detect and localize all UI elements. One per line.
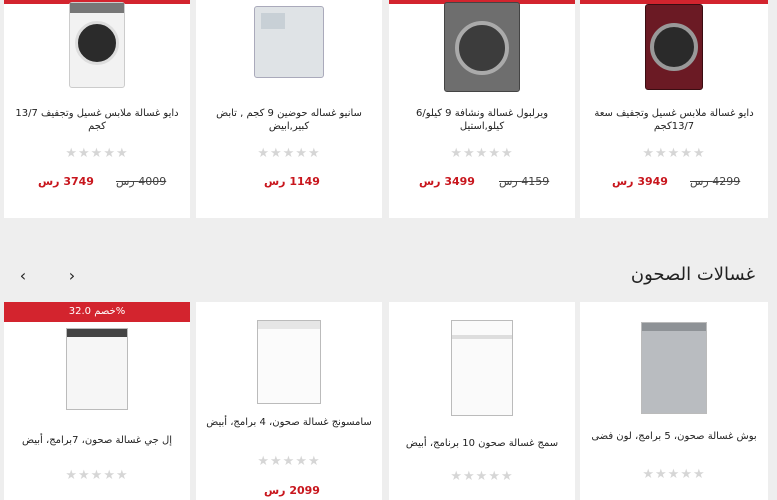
product-name[interactable]: سانيو غساله حوضين 9 كجم , تابض كبير,ابيض [206, 107, 372, 133]
rating-stars: ★★★★★ [642, 467, 706, 482]
product-card[interactable]: دايو غسالة ملابس غسيل وتجفيف 13/7 كجم ★★… [4, 0, 190, 218]
old-price: 4009 رس [116, 175, 167, 188]
product-card[interactable]: سانيو غساله حوضين 9 كجم , تابض كبير,ابيض… [196, 0, 382, 218]
product-card[interactable]: ويرلبول غسالة ونشافة 9 كيلو/6 كيلو,استيل… [389, 0, 575, 218]
product-image[interactable] [641, 322, 707, 414]
rating-stars: ★★★★★ [65, 468, 129, 483]
rating-stars: ★★★★★ [450, 469, 514, 484]
old-price: 4299 رس [690, 175, 741, 188]
washer-door-icon [75, 21, 119, 65]
dishwasher-panel-icon [452, 335, 512, 339]
price: 3499 رس [419, 175, 475, 188]
rating-stars: ★★★★★ [65, 146, 129, 161]
product-image[interactable] [69, 2, 125, 88]
product-card[interactable]: سمج غسالة صحون 10 برنامج، أبيض ★★★★★ [389, 302, 575, 500]
product-name[interactable]: بوش غسالة صحون، 5 برامج، لون فضى [590, 430, 758, 443]
product-name[interactable]: ويرلبول غسالة ونشافة 9 كيلو/6 كيلو,استيل [399, 107, 565, 133]
product-image[interactable] [444, 2, 520, 92]
product-image[interactable] [66, 328, 128, 410]
dishwasher-panel-icon [642, 323, 706, 331]
product-name[interactable]: سامسونج غسالة صحون، 4 برامج، أبيض [206, 416, 372, 429]
section-title: غسالات الصحون [630, 264, 755, 285]
product-image[interactable] [451, 320, 513, 416]
discount-badge: خصم 32.0% [4, 302, 190, 322]
washer-door-icon [650, 23, 698, 71]
twin-tub-panel-icon [261, 13, 285, 29]
old-price: 4159 رس [499, 175, 550, 188]
washer-panel-icon [70, 3, 124, 13]
rating-stars: ★★★★★ [450, 146, 514, 161]
rating-stars: ★★★★★ [257, 454, 321, 469]
carousel-next-button[interactable]: ‹ [13, 266, 33, 285]
product-card[interactable]: بوش غسالة صحون، 5 برامج، لون فضى ★★★★★ [580, 302, 768, 500]
price: 2099 رس [264, 484, 320, 497]
product-card[interactable]: سامسونج غسالة صحون، 4 برامج، أبيض ★★★★★ … [196, 302, 382, 500]
product-name[interactable]: دايو غسالة ملابس غسيل وتجفيف سعة 13/7كجم [590, 107, 758, 133]
product-card[interactable]: خصم 32.0% إل جي غسالة صحون، 7برامج، أبيض… [4, 302, 190, 500]
product-name[interactable]: دايو غسالة ملابس غسيل وتجفيف 13/7 كجم [14, 107, 180, 133]
product-name[interactable]: إل جي غسالة صحون، 7برامج، أبيض [14, 434, 180, 447]
rating-stars: ★★★★★ [642, 146, 706, 161]
washer-door-icon [455, 21, 509, 75]
dishwasher-panel-icon [67, 329, 127, 337]
product-image[interactable] [645, 4, 703, 90]
rating-stars: ★★★★★ [257, 146, 321, 161]
dishwasher-panel-icon [258, 321, 320, 329]
product-name[interactable]: سمج غسالة صحون 10 برنامج، أبيض [399, 437, 565, 450]
product-card[interactable]: دايو غسالة ملابس غسيل وتجفيف سعة 13/7كجم… [580, 0, 768, 218]
carousel-prev-button[interactable]: › [62, 266, 82, 285]
product-image[interactable] [257, 320, 321, 404]
product-image[interactable] [254, 6, 324, 78]
price: 3949 رس [612, 175, 668, 188]
price: 1149 رس [264, 175, 320, 188]
price: 3749 رس [38, 175, 94, 188]
